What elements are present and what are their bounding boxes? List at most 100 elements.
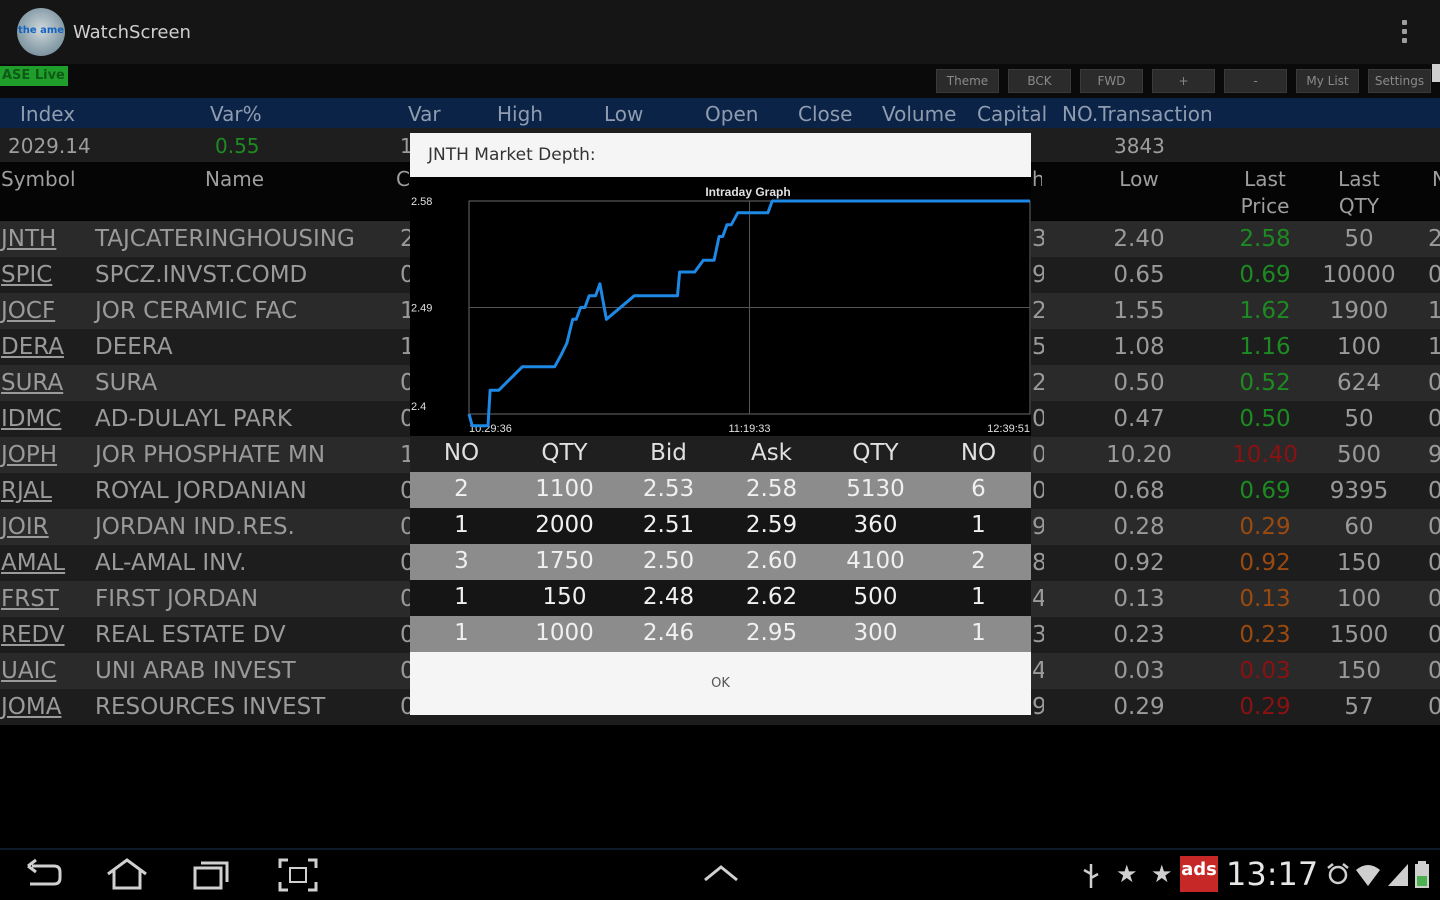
stock-low: 2.40 xyxy=(1113,226,1165,252)
stock-partial-edge: 1 xyxy=(1428,334,1440,360)
col-name[interactable]: Name xyxy=(205,166,264,193)
stock-symbol-link[interactable]: FRST xyxy=(1,586,59,612)
stock-last-price: 0.52 xyxy=(1239,370,1291,396)
depth-qty-ask: 4100 xyxy=(846,548,905,574)
stock-name: SPCZ.INVST.COMD xyxy=(95,262,308,288)
stock-symbol-link[interactable]: JOPH xyxy=(1,442,57,468)
stock-partial-right: 9 xyxy=(1032,514,1044,540)
depth-bid: 2.51 xyxy=(642,512,695,538)
col-symbol[interactable]: Symbol xyxy=(1,166,76,193)
stock-symbol-link[interactable]: RJAL xyxy=(1,478,52,504)
depth-col-bid: Bid xyxy=(650,440,687,466)
depth-bid: 2.50 xyxy=(642,548,695,574)
stock-partial-right: 3 xyxy=(1032,622,1044,648)
index-header-var-pct: Var% xyxy=(210,102,262,126)
index-header-close: Close xyxy=(798,102,853,126)
app-title: WatchScreen xyxy=(73,22,191,43)
index-header-var: Var xyxy=(408,102,441,126)
stock-name: JOR PHOSPHATE MN xyxy=(95,442,326,468)
chevron-up-icon[interactable] xyxy=(702,862,740,886)
depth-row: 1 2000 2.51 2.59 360 1 xyxy=(410,508,1031,544)
stock-symbol-link[interactable]: JOMA xyxy=(1,694,61,720)
back-nav-icon[interactable] xyxy=(24,858,64,892)
depth-qty-bid: 150 xyxy=(542,584,587,610)
stock-last-price: 0.29 xyxy=(1239,514,1291,540)
depth-bid: 2.48 xyxy=(642,584,695,610)
stock-partial-edge: 0 xyxy=(1428,478,1440,504)
settings-button[interactable]: Settings xyxy=(1368,69,1431,93)
stock-partial-edge: 0 xyxy=(1428,550,1440,576)
my-list-button[interactable]: My List xyxy=(1296,69,1359,93)
stock-partial-edge: 0 xyxy=(1428,586,1440,612)
stock-symbol-link[interactable]: JOIR xyxy=(1,514,49,540)
app-logo[interactable]: the ame xyxy=(17,8,65,56)
stock-symbol-link[interactable]: JOCF xyxy=(1,298,55,324)
stock-partial-right: 9 xyxy=(1032,262,1044,288)
stock-last-qty: 60 xyxy=(1344,514,1374,540)
stock-symbol-link[interactable]: IDMC xyxy=(1,406,61,432)
zoom-in-button[interactable]: + xyxy=(1152,69,1215,93)
stock-last-qty: 624 xyxy=(1337,370,1381,396)
home-nav-icon[interactable] xyxy=(104,858,150,892)
stock-symbol-link[interactable]: SURA xyxy=(1,370,63,396)
zoom-out-button[interactable]: - xyxy=(1224,69,1287,93)
stock-low: 10.20 xyxy=(1106,442,1172,468)
depth-ask: 2.95 xyxy=(745,620,798,646)
depth-no-ask: 2 xyxy=(971,548,986,574)
index-header-transactions: NO.Transaction xyxy=(1062,102,1213,126)
depth-no-bid: 3 xyxy=(454,548,469,574)
stock-symbol-link[interactable]: DERA xyxy=(1,334,64,360)
stock-partial-edge: 0 xyxy=(1428,514,1440,540)
index-header-open: Open xyxy=(705,102,759,126)
ok-button[interactable]: OK xyxy=(410,652,1031,715)
stock-low: 0.65 xyxy=(1113,262,1165,288)
stock-name: TAJCATERINGHOUSING xyxy=(95,226,355,252)
usb-icon xyxy=(1083,864,1099,888)
col-last-qty[interactable]: Last QTY xyxy=(1316,166,1402,220)
overflow-menu-icon[interactable] xyxy=(1398,18,1410,48)
live-badge[interactable]: ASE Live xyxy=(0,66,68,86)
back-button[interactable]: BCK xyxy=(1008,69,1071,93)
depth-qty-bid: 2000 xyxy=(535,512,594,538)
stock-name: SURA xyxy=(95,370,158,396)
stock-last-qty: 150 xyxy=(1337,658,1381,684)
stock-last-qty: 150 xyxy=(1337,550,1381,576)
stock-symbol-link[interactable]: UAIC xyxy=(1,658,56,684)
star-icon: ★ xyxy=(1116,860,1138,888)
stock-low: 0.23 xyxy=(1113,622,1165,648)
recent-apps-icon[interactable] xyxy=(192,858,232,892)
index-var-pct-value: 0.55 xyxy=(215,134,260,158)
stock-low: 0.28 xyxy=(1113,514,1165,540)
col-partial-right: h xyxy=(1032,167,1042,191)
depth-row: 1 150 2.48 2.62 500 1 xyxy=(410,580,1031,616)
stock-symbol-link[interactable]: JNTH xyxy=(1,226,56,252)
stock-partial-right: 5 xyxy=(1032,334,1044,360)
stock-name: FIRST JORDAN xyxy=(95,586,259,612)
stock-symbol-link[interactable]: REDV xyxy=(1,622,65,648)
theme-button[interactable]: Theme xyxy=(936,69,999,93)
stock-symbol-link[interactable]: AMAL xyxy=(1,550,65,576)
forward-button[interactable]: FWD xyxy=(1080,69,1143,93)
col-low[interactable]: Low xyxy=(1100,166,1178,193)
depth-row: 2 1100 2.53 2.58 5130 6 xyxy=(410,472,1031,508)
signal-icon xyxy=(1388,864,1408,886)
stock-name: AD-DULAYL PARK xyxy=(95,406,292,432)
stock-symbol-link[interactable]: SPIC xyxy=(1,262,52,288)
stock-last-price: 0.13 xyxy=(1239,586,1291,612)
screenshot-icon[interactable] xyxy=(278,858,318,892)
stock-last-price: 2.58 xyxy=(1239,226,1291,252)
dialog-footer: OK xyxy=(410,652,1031,715)
stock-name: JORDAN IND.RES. xyxy=(95,514,295,540)
depth-ask: 2.59 xyxy=(745,512,798,538)
stock-last-price: 0.50 xyxy=(1239,406,1291,432)
index-header-index: Index xyxy=(20,102,76,126)
depth-rows: 2 1100 2.53 2.58 5130 6 1 2000 2.51 2.59 360 1 3 1750… xyxy=(410,472,1031,652)
stock-name: REAL ESTATE DV xyxy=(95,622,286,648)
col-last-price[interactable]: Last Price xyxy=(1226,166,1304,220)
market-depth-table: NO QTY Bid Ask QTY NO 2 1100 2.53 2.58 5130 6… xyxy=(410,436,1031,652)
stock-last-price: 1.62 xyxy=(1239,298,1291,324)
stock-partial-edge: 1 xyxy=(1428,298,1440,324)
stock-partial-edge: 9 xyxy=(1428,442,1440,468)
intraday-chart: Intraday Graph 2.58 2.49 2.4 10:29:36 11:19:… xyxy=(410,177,1031,436)
depth-header-row: NO QTY Bid Ask QTY NO xyxy=(410,436,1031,472)
